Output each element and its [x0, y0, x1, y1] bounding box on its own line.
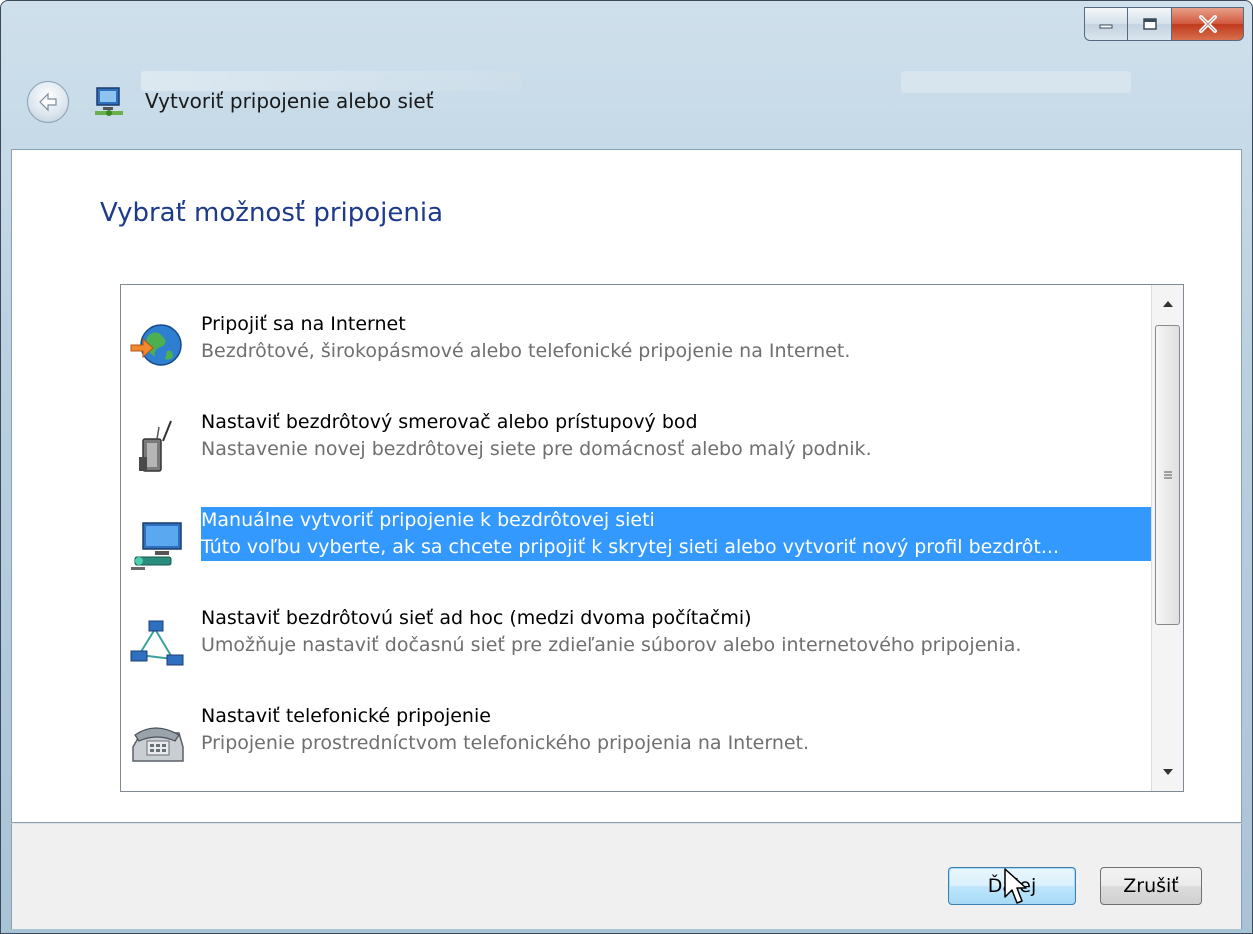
- arrow-down-icon: [1162, 769, 1173, 775]
- adhoc-network-icon: [130, 620, 184, 666]
- list-item-manual-wireless[interactable]: Manuálne vytvoriť pripojenie k bezdrôtov…: [121, 499, 1151, 579]
- list-item-description: Bezdrôtové, širokopásmové alebo telefoni…: [201, 340, 851, 362]
- connection-options-list: Pripojiť sa na Internet Bezdrôtové, širo…: [120, 284, 1184, 792]
- search-box-ghost: [901, 71, 1131, 93]
- list-item-internet[interactable]: Pripojiť sa na Internet Bezdrôtové, širo…: [121, 303, 1151, 383]
- list-item-wireless-router[interactable]: Nastaviť bezdrôtový smerovač alebo príst…: [121, 401, 1151, 481]
- wizard-footer: Ďalej Zrušiť: [11, 823, 1242, 929]
- address-bar-ghost: [141, 71, 521, 91]
- scroll-down-button[interactable]: [1152, 757, 1183, 787]
- list-item-title: Nastaviť bezdrôtovú sieť ad hoc (medzi d…: [201, 607, 752, 629]
- list-item-title: Nastaviť bezdrôtový smerovač alebo príst…: [201, 411, 698, 433]
- dialup-phone-icon: [132, 727, 184, 762]
- scroll-up-button[interactable]: [1152, 289, 1183, 319]
- list-item-text: Manuálne vytvoriť pripojenie k bezdrôtov…: [201, 507, 1151, 561]
- list-item-title: Nastaviť telefonické pripojenie: [201, 705, 491, 727]
- list-item-description: Pripojenie prostredníctvom telefonického…: [201, 732, 810, 754]
- window-controls: [1084, 7, 1244, 41]
- list-item-adhoc[interactable]: Nastaviť bezdrôtovú sieť ad hoc (medzi d…: [121, 597, 1151, 677]
- close-button[interactable]: [1172, 7, 1244, 41]
- connection-wizard-window: Vytvoriť pripojenie alebo sieť Vybrať mo…: [0, 0, 1253, 934]
- minimize-button[interactable]: [1084, 7, 1128, 41]
- list-scrollbar[interactable]: [1151, 285, 1183, 791]
- globe-connect-icon: [130, 324, 182, 366]
- close-icon: [1198, 15, 1217, 33]
- list-item-text: Nastaviť bezdrôtovú sieť ad hoc (medzi d…: [201, 605, 1151, 659]
- window-title: Vytvoriť pripojenie alebo sieť: [145, 89, 434, 113]
- back-arrow-icon: [39, 92, 57, 112]
- network-app-icon: [95, 87, 123, 116]
- maximize-icon: [1142, 18, 1157, 30]
- grip-icon: [1163, 471, 1172, 479]
- list-item-description: Túto voľbu vyberte, ak sa chcete pripoji…: [201, 536, 1059, 558]
- mouse-cursor-icon: [1004, 868, 1027, 904]
- manual-wireless-icon: [131, 522, 182, 570]
- cancel-button[interactable]: Zrušiť: [1100, 867, 1202, 905]
- list-item-text: Pripojiť sa na Internet Bezdrôtové, širo…: [201, 311, 1151, 365]
- list-item-description: Umožňuje nastaviť dočasnú sieť pre zdieľ…: [201, 634, 1022, 656]
- title-bar: Vytvoriť pripojenie alebo sieť: [1, 1, 1252, 149]
- wizard-content: Vybrať možnosť pripojenia Pripojiť sa na…: [11, 149, 1242, 823]
- list-item-text: Nastaviť bezdrôtový smerovač alebo príst…: [201, 409, 1151, 463]
- list-item-title: Manuálne vytvoriť pripojenie k bezdrôtov…: [201, 509, 655, 531]
- scroll-thumb[interactable]: [1155, 325, 1180, 625]
- wireless-router-icon: [139, 420, 172, 472]
- list-item-title: Pripojiť sa na Internet: [201, 313, 406, 335]
- page-heading: Vybrať možnosť pripojenia: [100, 198, 444, 228]
- maximize-button[interactable]: [1128, 7, 1172, 41]
- list-item-dialup[interactable]: Nastaviť telefonické pripojenie Pripojen…: [121, 695, 1151, 775]
- arrow-up-icon: [1162, 301, 1173, 307]
- list-item-description: Nastavenie novej bezdrôtovej siete pre d…: [201, 438, 872, 460]
- minimize-icon: [1099, 24, 1113, 29]
- back-button[interactable]: [27, 81, 69, 123]
- list-item-text: Nastaviť telefonické pripojenie Pripojen…: [201, 703, 1151, 757]
